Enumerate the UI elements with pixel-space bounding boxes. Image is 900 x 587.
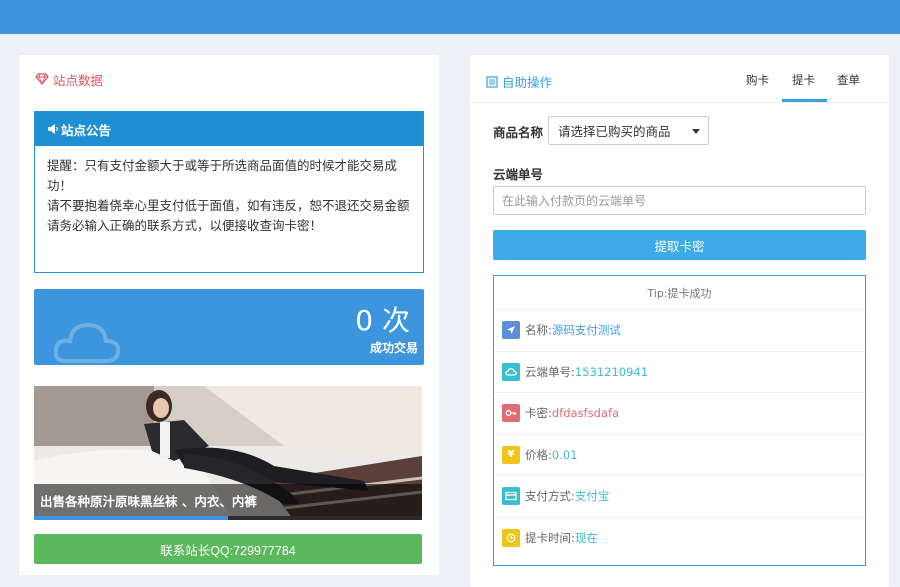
result-value: 现在 xyxy=(574,531,598,546)
result-value: 0.01 xyxy=(551,447,578,462)
product-label: 商品名称 xyxy=(493,125,544,140)
result-row-price: ¥ 价格: 0.01 xyxy=(494,435,865,476)
notice-body: 提醒：只有支付金额大于或等于所选商品面值的时候才能交易成功！ 请不要抱着侥幸心里… xyxy=(35,146,423,236)
trade-count-unit: 次 xyxy=(381,304,410,337)
result-value: 1531210941 xyxy=(574,364,649,379)
diamond-icon xyxy=(35,73,49,86)
product-select[interactable]: 请选择已购买的商品 xyxy=(548,116,709,145)
result-row-key: 卡密: dfdasfsdafa xyxy=(494,393,865,435)
top-nav-bar xyxy=(0,0,900,34)
notice-line: 请不要抱着侥幸心里支付低于面值，如有违反，恕不退还交易金额 xyxy=(47,198,410,213)
cloud-icon xyxy=(502,362,520,381)
result-row-payment: 支付方式: 支付宝 xyxy=(494,476,865,518)
order-number-input[interactable] xyxy=(493,186,866,215)
key-icon xyxy=(502,404,520,423)
location-arrow-icon xyxy=(502,321,520,340)
notice-line: 提醒：只有支付金额大于或等于所选商品面值的时候才能交易成功！ xyxy=(47,158,398,193)
result-label: 支付方式: xyxy=(525,489,575,504)
credit-card-icon xyxy=(502,487,520,506)
result-label: 提卡时间: xyxy=(525,531,575,546)
tab-query-order[interactable]: 查单 xyxy=(837,72,860,88)
carousel-progress xyxy=(34,516,422,520)
cloud-icon xyxy=(53,322,121,363)
active-tab-indicator xyxy=(782,99,827,102)
promo-banner[interactable]: 出售各种原汁原味黑丝袜 、内衣、内裤 xyxy=(34,386,422,520)
clock-icon xyxy=(502,529,520,548)
volume-icon xyxy=(48,124,58,134)
order-label: 云端单号 xyxy=(493,167,544,182)
result-row-order: 云端单号: 1531210941 xyxy=(494,352,865,393)
self-service-panel: 自助操作 购卡 提卡 查单 商品名称 请选择已购买的商品 云端单号 提取卡密 T… xyxy=(470,55,889,587)
result-value: dfdasfsdafa xyxy=(551,406,620,421)
yen-icon: ¥ xyxy=(502,445,520,464)
fetch-card-button[interactable]: 提取卡密 xyxy=(493,230,866,260)
product-select-value: 请选择已购买的商品 xyxy=(558,124,671,139)
site-data-title: 站点数据 xyxy=(53,72,104,88)
result-row-time: 提卡时间: 现在 xyxy=(494,518,865,560)
result-row-name: 名称: 源码支付测试 xyxy=(494,310,865,352)
list-icon xyxy=(486,75,498,88)
notice-header: 站点公告 xyxy=(35,112,423,146)
result-tip: Tip:提卡成功 xyxy=(494,276,865,310)
site-data-header: 站点数据 xyxy=(19,55,439,103)
result-label: 价格: xyxy=(525,447,552,462)
result-label: 名称: xyxy=(525,323,552,338)
trade-count-label: 成功交易 xyxy=(369,341,418,355)
self-service-title-wrap: 自助操作 xyxy=(486,72,552,91)
result-value: 支付宝 xyxy=(574,489,610,504)
result-label: 云端单号: xyxy=(525,364,575,379)
promo-caption: 出售各种原汁原味黑丝袜 、内衣、内裤 xyxy=(34,484,422,516)
result-value: 源码支付测试 xyxy=(551,323,621,338)
chevron-down-icon xyxy=(692,129,700,134)
notice-title: 站点公告 xyxy=(61,122,112,138)
contact-owner-button[interactable]: 联系站长QQ:729977784 xyxy=(34,534,422,564)
self-service-header: 自助操作 购卡 提卡 查单 xyxy=(470,55,889,103)
trade-count-value: 0 xyxy=(355,304,374,337)
result-label: 卡密: xyxy=(525,406,552,421)
tab-buy-card[interactable]: 购卡 xyxy=(746,72,769,88)
result-box: Tip:提卡成功 名称: 源码支付测试 云端单号: 1531210941 卡密:… xyxy=(493,275,866,566)
trade-count: 0 次 xyxy=(355,305,410,337)
site-data-panel: 站点数据 站点公告 提醒：只有支付金额大于或等于所选商品面值的时候才能交易成功！… xyxy=(19,55,439,575)
carousel-progress-fill xyxy=(34,516,228,520)
notice-line: 请务必输入正确的联系方式，以便接收查询卡密！ xyxy=(47,218,323,233)
notice-box: 站点公告 提醒：只有支付金额大于或等于所选商品面值的时候才能交易成功！ 请不要抱… xyxy=(34,111,424,273)
self-service-title: 自助操作 xyxy=(502,75,553,90)
tab-fetch-card[interactable]: 提卡 xyxy=(792,72,815,88)
success-trade-stat: 0 次 成功交易 xyxy=(34,289,424,365)
